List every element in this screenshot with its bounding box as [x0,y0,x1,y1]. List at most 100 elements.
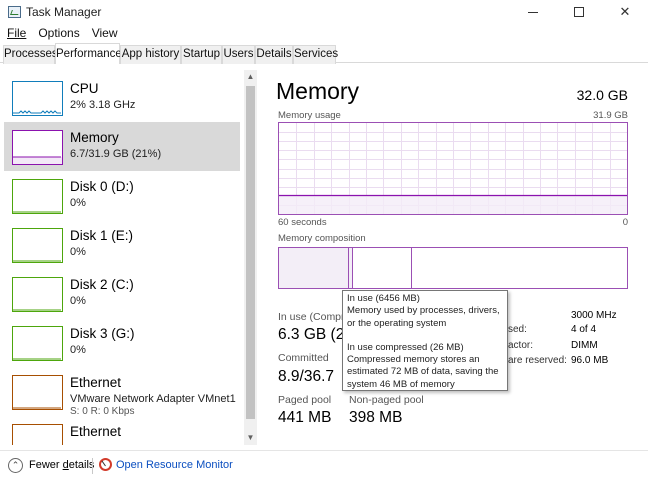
resource-thumbnail [12,375,63,410]
memory-usage-graph [278,122,628,215]
resource-item-memory[interactable]: Memory 6.7/31.9 GB (21%) [4,122,240,171]
resource-thumbnail [12,81,63,116]
resource-monitor-icon[interactable] [99,458,112,471]
scroll-up-icon[interactable]: ▲ [244,70,257,84]
menu-options-label: Options [38,26,80,40]
window-title: Task Manager [26,5,102,19]
memory-usage-area [279,195,627,214]
resource-item-disk-2-c[interactable]: Disk 2 (C:) 0% [4,269,240,318]
resource-item-disk-0-d[interactable]: Disk 0 (D:) 0% [4,171,240,220]
non-paged-pool-value: 398 MB [349,409,403,426]
minimize-button[interactable] [510,0,556,24]
memory-usage-label: Memory usage [278,110,341,121]
tab-details-label: Details [256,48,292,60]
committed-value: 8.9/36.7 [278,368,335,385]
resource-name: Disk 3 (G:) [70,326,135,341]
tab-strip: Processes Performance App history Startu… [0,43,648,64]
resource-name: Disk 2 (C:) [70,277,134,292]
memory-total: 32.0 GB [576,87,628,103]
resource-thumbnail [12,277,63,312]
tab-users-label: Users [223,48,254,60]
resource-thumbnail [12,228,63,263]
resource-item-ethernet[interactable]: Ethernet VMware Network Adapter VMnet1 S: … [4,367,240,417]
tab-services-label: Services [294,48,339,60]
paged-pool-value: 441 MB [278,409,332,426]
resource-thumbnail [12,326,63,361]
detail-label-form-factor: actor: [508,340,534,351]
memory-detail-panel: Memory 32.0 GB Memory usage 31.9 GB 60 s… [270,70,640,450]
page-title: Memory [276,78,360,104]
resource-item-ethernet[interactable]: Ethernet [4,416,240,445]
menu-options[interactable]: Options [32,25,85,42]
footer-separator [92,458,93,474]
menu-file-label: File [7,26,27,40]
committed-label: Committed [278,352,329,364]
composition-modified[interactable] [353,248,412,288]
memory-composition-bar[interactable] [278,247,628,289]
paged-pool-label: Paged pool [278,394,332,406]
tab-users[interactable]: Users [222,45,255,64]
fewer-details-link[interactable]: Fewer details [29,459,94,471]
composition-in-use[interactable] [279,248,349,288]
resource-list-scrollbar[interactable]: ▲ ▼ [244,70,257,445]
open-resource-monitor-link[interactable]: Open Resource Monitor [116,459,233,471]
resource-thumbnail [12,424,63,445]
resource-thumbnail [12,130,63,165]
detail-value-slots: 4 of 4 [571,324,597,335]
tab-services[interactable]: Services [293,45,339,64]
detail-value-hardware-reserved: 96.0 MB [571,355,609,366]
maximize-icon [574,7,584,17]
tab-processes[interactable]: Processes [3,45,58,64]
resource-usage: 0% [70,246,86,258]
resource-list-panel: CPU 2% 3.18 GHz Memory 6.7/31.9 GB (21%) Dis… [4,70,257,445]
tooltip-in-use: In use (6456 MB) Memory used by processe… [347,293,503,330]
maximize-button[interactable] [556,0,602,24]
resource-usage: 0% [70,197,86,209]
scrollbar-thumb[interactable] [246,86,255,419]
resource-usage: VMware Network Adapter VMnet1 [70,393,236,405]
memory-usage-max: 31.9 GB [593,110,628,121]
menu-view[interactable]: View [86,25,124,42]
fewer-details-prefix: Fewer [29,459,63,471]
close-icon: ✕ [619,4,631,19]
menu-bar: File Options View [0,25,648,42]
fewer-details-suffix: etails [68,459,95,471]
resource-name: Disk 0 (D:) [70,179,134,194]
non-paged-pool-label: Non-paged pool [349,394,424,406]
tooltip-in-use-body: Memory used by processes, drivers, or th… [347,305,500,329]
tab-performance-label: Performance [56,48,122,60]
resource-name: CPU [70,81,99,96]
resource-usage: 2% 3.18 GHz [70,99,136,111]
resource-item-disk-1-e[interactable]: Disk 1 (E:) 0% [4,220,240,269]
time-zero-label: 0 [622,217,628,228]
in-use-label: In use (Compre [278,311,351,323]
resource-name: Memory [70,130,119,145]
resource-item-disk-3-g[interactable]: Disk 3 (G:) 0% [4,318,240,367]
tab-details[interactable]: Details [255,45,293,64]
tab-app-history-label: App history [121,48,180,60]
tab-performance[interactable]: Performance [55,43,122,64]
menu-view-label: View [91,26,118,40]
resource-thumbnail [12,179,63,214]
minimize-icon [528,11,538,13]
detail-value-form-factor: DIMM [571,340,598,351]
resource-name: Ethernet [70,375,122,390]
scroll-down-icon[interactable]: ▼ [244,431,257,445]
task-manager-icon [8,6,21,18]
close-button[interactable]: ✕ [602,0,648,24]
chevron-up-circle-icon[interactable]: ⌃ [8,458,23,473]
tab-processes-label: Processes [4,48,58,60]
tooltip-compressed-body: Compressed memory stores an estimated 72… [347,354,499,390]
detail-label-speed: sed: [508,324,527,335]
resource-name: Ethernet [70,424,122,439]
menu-file[interactable]: File [0,25,32,42]
tab-startup[interactable]: Startup [181,45,222,64]
tooltip-in-use-title: In use (6456 MB) [347,293,420,304]
resource-item-cpu[interactable]: CPU 2% 3.18 GHz [4,73,240,122]
in-use-value: 6.3 GB (2 [278,326,345,343]
resource-usage: 0% [70,344,86,356]
resource-usage: 0% [70,295,86,307]
detail-label-hardware-reserved: are reserved: [508,355,567,366]
time-span-label: 60 seconds [278,217,327,228]
tab-app-history[interactable]: App history [120,45,181,64]
